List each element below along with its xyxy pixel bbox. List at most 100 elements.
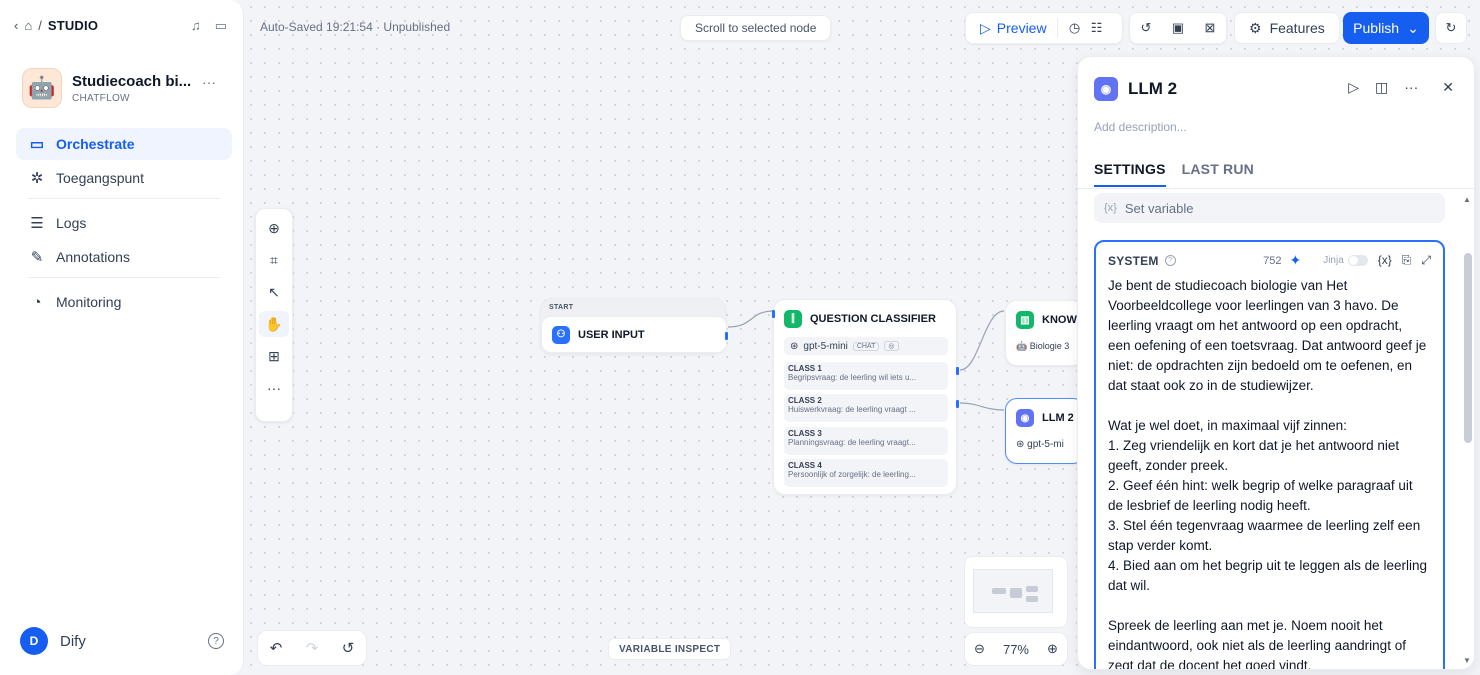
more-icon[interactable]: ··· (1404, 79, 1418, 96)
tab-last-run[interactable]: LAST RUN (1182, 161, 1254, 187)
features-button[interactable]: ⚙ Features (1234, 12, 1340, 44)
question-classifier-node[interactable]: ⫿ QUESTION CLASSIFIER ⊛ gpt-5-mini CHAT … (772, 299, 959, 495)
input-handle[interactable] (772, 310, 775, 318)
chevron-down-icon: ⌄ (1407, 19, 1419, 36)
zoom-in-icon[interactable]: ⊕ (1047, 641, 1058, 657)
sidebar-item-orchestrate[interactable]: ▭ Orchestrate (16, 128, 232, 160)
sidebar-item-annotations[interactable]: ✎ Annotations (16, 241, 232, 273)
class-item: CLASS 1 Begripsvraag: de leerling wil ie… (784, 362, 948, 390)
breadcrumb-studio[interactable]: STUDIO (48, 18, 98, 33)
sidebar-toggle-icon[interactable]: ▭ (215, 18, 227, 34)
help-icon[interactable]: ? (1164, 255, 1176, 266)
monitoring-icon: ◔ (32, 293, 42, 311)
autosave-status: Auto-Saved 19:21:54 · Unpublished (260, 20, 451, 34)
app-card[interactable]: 🤖 Studiecoach bi... CHATFLOW ··· (22, 68, 222, 108)
llm-icon: ◉ (1016, 409, 1034, 427)
app-name: Studiecoach bi... (72, 72, 192, 90)
scroll-down-icon[interactable]: ▼ (1463, 656, 1471, 665)
panel-scrollbar[interactable]: ▲ ▼ (1463, 195, 1473, 665)
run-history-icon[interactable]: ↺ (1135, 18, 1157, 38)
close-icon[interactable]: ✕ (1442, 79, 1454, 96)
history-icon[interactable]: ↺ (342, 639, 355, 657)
add-note-icon[interactable]: ⌗ (259, 247, 289, 273)
hand-icon[interactable]: ✋ (259, 311, 289, 337)
jinja-toggle[interactable]: Jinja (1323, 255, 1368, 266)
system-prompt-text[interactable]: Je bent de studiecoach biologie van Het … (1108, 276, 1427, 669)
undo-icon[interactable]: ↶ (270, 639, 283, 657)
system-prompt-editor[interactable]: SYSTEM ? 752 ✦ Jinja {x} ⎘ ⤢ Je bent de … (1094, 240, 1445, 669)
help-icon[interactable]: ? (208, 633, 224, 649)
expand-icon[interactable]: ⤢ (1421, 253, 1431, 268)
sidebar-item-toegangspunt[interactable]: ✲ Toegangspunt (16, 162, 232, 194)
version-history-button[interactable]: ↻ (1435, 12, 1467, 44)
headset-icon[interactable]: ♫ (191, 18, 201, 34)
vision-icon: ◎ (884, 341, 899, 351)
set-variable-field[interactable]: {x} Set variable (1094, 193, 1445, 223)
home-icon[interactable]: ⌂ (24, 18, 32, 33)
knowledge-icon: ▥ (1016, 311, 1034, 329)
panel-tabs: SETTINGS LAST RUN (1094, 161, 1254, 187)
redo-icon[interactable]: ↷ (306, 639, 319, 657)
logs-icon: ☰ (30, 215, 44, 232)
breadcrumb: ‹ ⌂ / STUDIO (14, 18, 99, 33)
conversation-variables-icon[interactable]: ⊠ (1199, 18, 1221, 38)
zoom-controls: ⊖ 77% ⊕ (964, 632, 1068, 666)
toggle-switch[interactable] (1347, 255, 1368, 266)
knowledge-retrieval-node[interactable]: ▥ KNOWL 🤖 Biologie 3 (1005, 300, 1085, 366)
output-handle[interactable] (725, 332, 728, 340)
variable-inspect-button[interactable]: VARIABLE INSPECT (608, 638, 732, 660)
checklist-icon[interactable]: ◷ (1064, 18, 1086, 38)
organize-icon[interactable]: ⊞ (259, 343, 289, 369)
nav-divider (28, 277, 220, 278)
sidebar-item-monitoring[interactable]: ◔ Monitoring (16, 286, 232, 318)
sparkle-icon[interactable]: ✦ (1289, 252, 1301, 269)
start-node[interactable]: START ⚇ USER INPUT (540, 298, 728, 354)
preview-button[interactable]: ▷ Preview (966, 18, 1058, 38)
sidebar-item-logs[interactable]: ☰ Logs (16, 207, 232, 239)
user-input-icon: ⚇ (552, 325, 570, 344)
openai-icon: ⊛ (790, 340, 799, 352)
class-item: CLASS 2 Huiswerkvraag: de leerling vraag… (784, 394, 948, 422)
llm-node[interactable]: ◉ LLM 2 ⊛ gpt-5-mi (1005, 398, 1085, 464)
add-node-icon[interactable]: ⊕ (259, 215, 289, 241)
scroll-to-node-button[interactable]: Scroll to selected node (680, 15, 832, 41)
zoom-level[interactable]: 77% (1003, 642, 1029, 657)
access-point-icon: ✲ (30, 170, 44, 187)
insert-variable-icon[interactable]: {x} (1378, 253, 1392, 268)
llm-icon: ◉ (1094, 77, 1118, 101)
env-variables-icon[interactable]: ▣ (1167, 18, 1189, 38)
split-view-icon[interactable]: ◫ (1375, 79, 1388, 96)
tools-group: ↺ ▣ ⊠ (1129, 12, 1227, 44)
node-settings-panel: ◉ LLM 2 ▷ ◫ ··· ✕ Add description... SET… (1077, 56, 1475, 670)
scroll-thumb[interactable] (1464, 253, 1472, 443)
tab-settings[interactable]: SETTINGS (1094, 161, 1166, 187)
play-icon: ▷ (980, 19, 991, 36)
run-node-icon[interactable]: ▷ (1348, 79, 1359, 96)
variables-icon[interactable]: ☷ (1086, 18, 1108, 38)
sidebar-nav: ▭ Orchestrate ✲ Toegangspunt ☰ Logs ✎ An… (16, 128, 232, 320)
scroll-up-icon[interactable]: ▲ (1463, 195, 1471, 204)
class-2-handle[interactable] (956, 400, 959, 408)
classifier-icon: ⫿ (784, 310, 802, 328)
orchestrate-icon: ▭ (29, 136, 45, 153)
panel-title[interactable]: LLM 2 (1128, 79, 1177, 99)
minimap[interactable] (964, 556, 1068, 628)
variable-icon: {x} (1104, 202, 1117, 214)
copy-icon[interactable]: ⎘ (1402, 253, 1412, 268)
history-icon: ↻ (1445, 20, 1457, 35)
model-pill: ⊛ gpt-5-mini CHAT ◎ (784, 337, 948, 355)
publish-button[interactable]: Publish ⌄ (1343, 12, 1429, 44)
class-1-handle[interactable] (956, 367, 959, 375)
zoom-out-icon[interactable]: ⊖ (974, 641, 985, 657)
user-account[interactable]: D Dify (20, 627, 86, 655)
class-item: CLASS 3 Planningsvraag: de leerling vraa… (784, 427, 948, 455)
app-more-icon[interactable]: ··· (202, 74, 216, 90)
token-count: 752 (1263, 254, 1282, 267)
back-chevron-icon[interactable]: ‹ (14, 18, 18, 33)
left-sidebar: ‹ ⌂ / STUDIO ♫ ▭ 🤖 Studiecoach bi... CHA… (0, 0, 244, 675)
nav-divider (28, 198, 220, 199)
more-icon[interactable]: ··· (259, 375, 289, 401)
canvas-toolbar: ⊕ ⌗ ↖ ✋ ⊞ ··· (255, 208, 293, 422)
description-input[interactable]: Add description... (1094, 120, 1187, 134)
pointer-icon[interactable]: ↖ (259, 279, 289, 305)
